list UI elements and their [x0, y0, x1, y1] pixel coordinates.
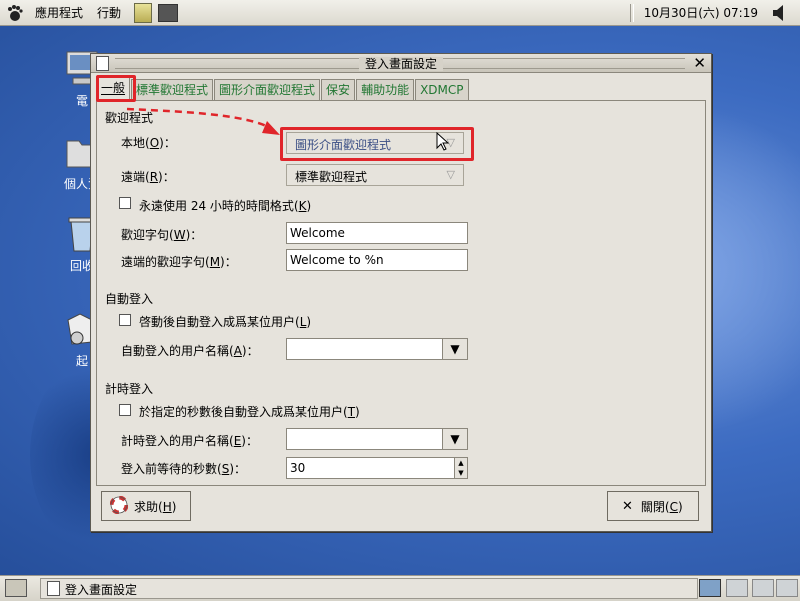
tab-bar: 一般 標準歡迎程式 圖形介面歡迎程式 保安 輔助功能 XDMCP — [96, 76, 470, 101]
remote-welcome-label: 遠端的歡迎字句(M)： — [121, 255, 237, 269]
close-icon[interactable]: ✕ — [693, 54, 706, 72]
gnome-foot-icon[interactable] — [4, 3, 24, 23]
spin-down-icon[interactable]: ▼ — [458, 469, 463, 477]
autologin-check-label: 啓動後自動登入成爲某位用户(L) — [139, 315, 312, 329]
taskbar-label: 登入畫面設定 — [65, 583, 138, 597]
remote-welcome-input[interactable]: Welcome to %n — [286, 249, 468, 271]
welcome-label: 歡迎字句(W)： — [121, 228, 203, 242]
document-icon — [47, 581, 60, 596]
close-button[interactable]: ✕ 關閉(C) — [607, 491, 699, 521]
tab-standard-greeter[interactable]: 標準歡迎程式 — [131, 79, 214, 100]
local-greeter-value: 圖形介面歡迎程式 — [295, 138, 392, 152]
taskbar-button-login-settings[interactable]: 登入畫面設定 — [40, 578, 698, 599]
actions-menu[interactable]: 行動 — [90, 4, 128, 21]
spin-buttons[interactable]: ▲ ▼ — [454, 458, 467, 478]
clock[interactable]: 10月30日(六) 07:19 — [634, 4, 770, 21]
workspace-1[interactable] — [699, 579, 721, 597]
close-x-icon: ✕ — [622, 498, 633, 514]
help-button[interactable]: 求助(H) — [101, 491, 191, 521]
autologin-user-dropdown-button[interactable]: ▼ — [442, 339, 467, 359]
workspace-4[interactable] — [776, 579, 798, 597]
text-editor-launcher-icon[interactable] — [134, 2, 153, 23]
tab-general[interactable]: 一般 — [96, 76, 131, 101]
window-titlebar[interactable]: 登入畫面設定 ✕ — [91, 54, 711, 73]
volume-icon[interactable] — [770, 3, 792, 23]
annotation-arrow — [126, 107, 280, 135]
welcome-input[interactable]: Welcome — [286, 222, 468, 244]
timed-user-combo[interactable]: ▼ — [286, 428, 468, 450]
tab-accessibility[interactable]: 輔助功能 — [356, 79, 415, 100]
terminal-launcher-icon[interactable] — [158, 3, 179, 22]
timed-user-dropdown-button[interactable]: ▼ — [442, 429, 467, 449]
tab-security[interactable]: 保安 — [321, 79, 356, 100]
mouse-cursor-icon — [436, 131, 450, 155]
general-tab-panel: 歡迎程式 本地(O)： 圖形介面歡迎程式 ▽ 遠端(R)： 標準歡迎程式 ▽ 永… — [96, 100, 706, 486]
autologin-checkbox[interactable] — [119, 314, 131, 326]
timed-delay-label: 登入前等待的秒數(S)： — [121, 462, 246, 476]
remote-greeter-value: 標準歡迎程式 — [295, 170, 368, 184]
tab-xdmcp[interactable]: XDMCP — [415, 79, 469, 100]
autologin-user-combo[interactable]: ▼ — [286, 338, 468, 360]
bottom-panel: 登入畫面設定 — [0, 575, 800, 601]
close-label: 關閉(C) — [640, 499, 683, 514]
lifebuoy-icon — [109, 495, 129, 517]
clock24-label: 永遠使用 24 小時的時間格式(K) — [139, 199, 312, 213]
tab-graphical-greeter[interactable]: 圖形介面歡迎程式 — [214, 79, 321, 100]
autologin-user-label: 自動登入的用户名稱(A)： — [121, 344, 259, 358]
remote-greeter-label: 遠端(R)： — [121, 170, 175, 184]
timed-login-checkbox[interactable] — [119, 404, 131, 416]
chevron-down-icon: ▼ — [450, 432, 460, 446]
workspace-3[interactable] — [752, 579, 774, 597]
window-title: 登入畫面設定 — [358, 57, 443, 71]
show-desktop-icon[interactable] — [5, 579, 27, 597]
chevron-down-icon: ▼ — [450, 342, 460, 356]
timed-delay-spinbutton[interactable]: 30 ▲ ▼ — [286, 457, 468, 479]
login-settings-window: 登入畫面設定 ✕ 一般 標準歡迎程式 圖形介面歡迎程式 保安 輔助功能 XDMC… — [90, 53, 712, 532]
remote-greeter-select[interactable]: 標準歡迎程式 ▽ — [286, 164, 464, 186]
timed-check-label: 於指定的秒數後自動登入成爲某位用户(T) — [139, 405, 360, 419]
timed-delay-value: 30 — [290, 461, 306, 475]
section-timed-heading: 計時登入 — [105, 382, 154, 396]
clock24-checkbox[interactable] — [119, 197, 131, 209]
section-autologin-heading: 自動登入 — [105, 292, 154, 306]
dropdown-triangle-icon: ▽ — [446, 168, 455, 181]
spin-up-icon[interactable]: ▲ — [458, 459, 463, 467]
workspace-2[interactable] — [726, 579, 748, 597]
help-label: 求助(H) — [134, 499, 177, 514]
timed-user-label: 計時登入的用户名稱(E)： — [121, 434, 258, 448]
applications-menu[interactable]: 應用程式 — [28, 4, 90, 21]
top-panel: 應用程式 行動 10月30日(六) 07:19 — [0, 0, 800, 26]
